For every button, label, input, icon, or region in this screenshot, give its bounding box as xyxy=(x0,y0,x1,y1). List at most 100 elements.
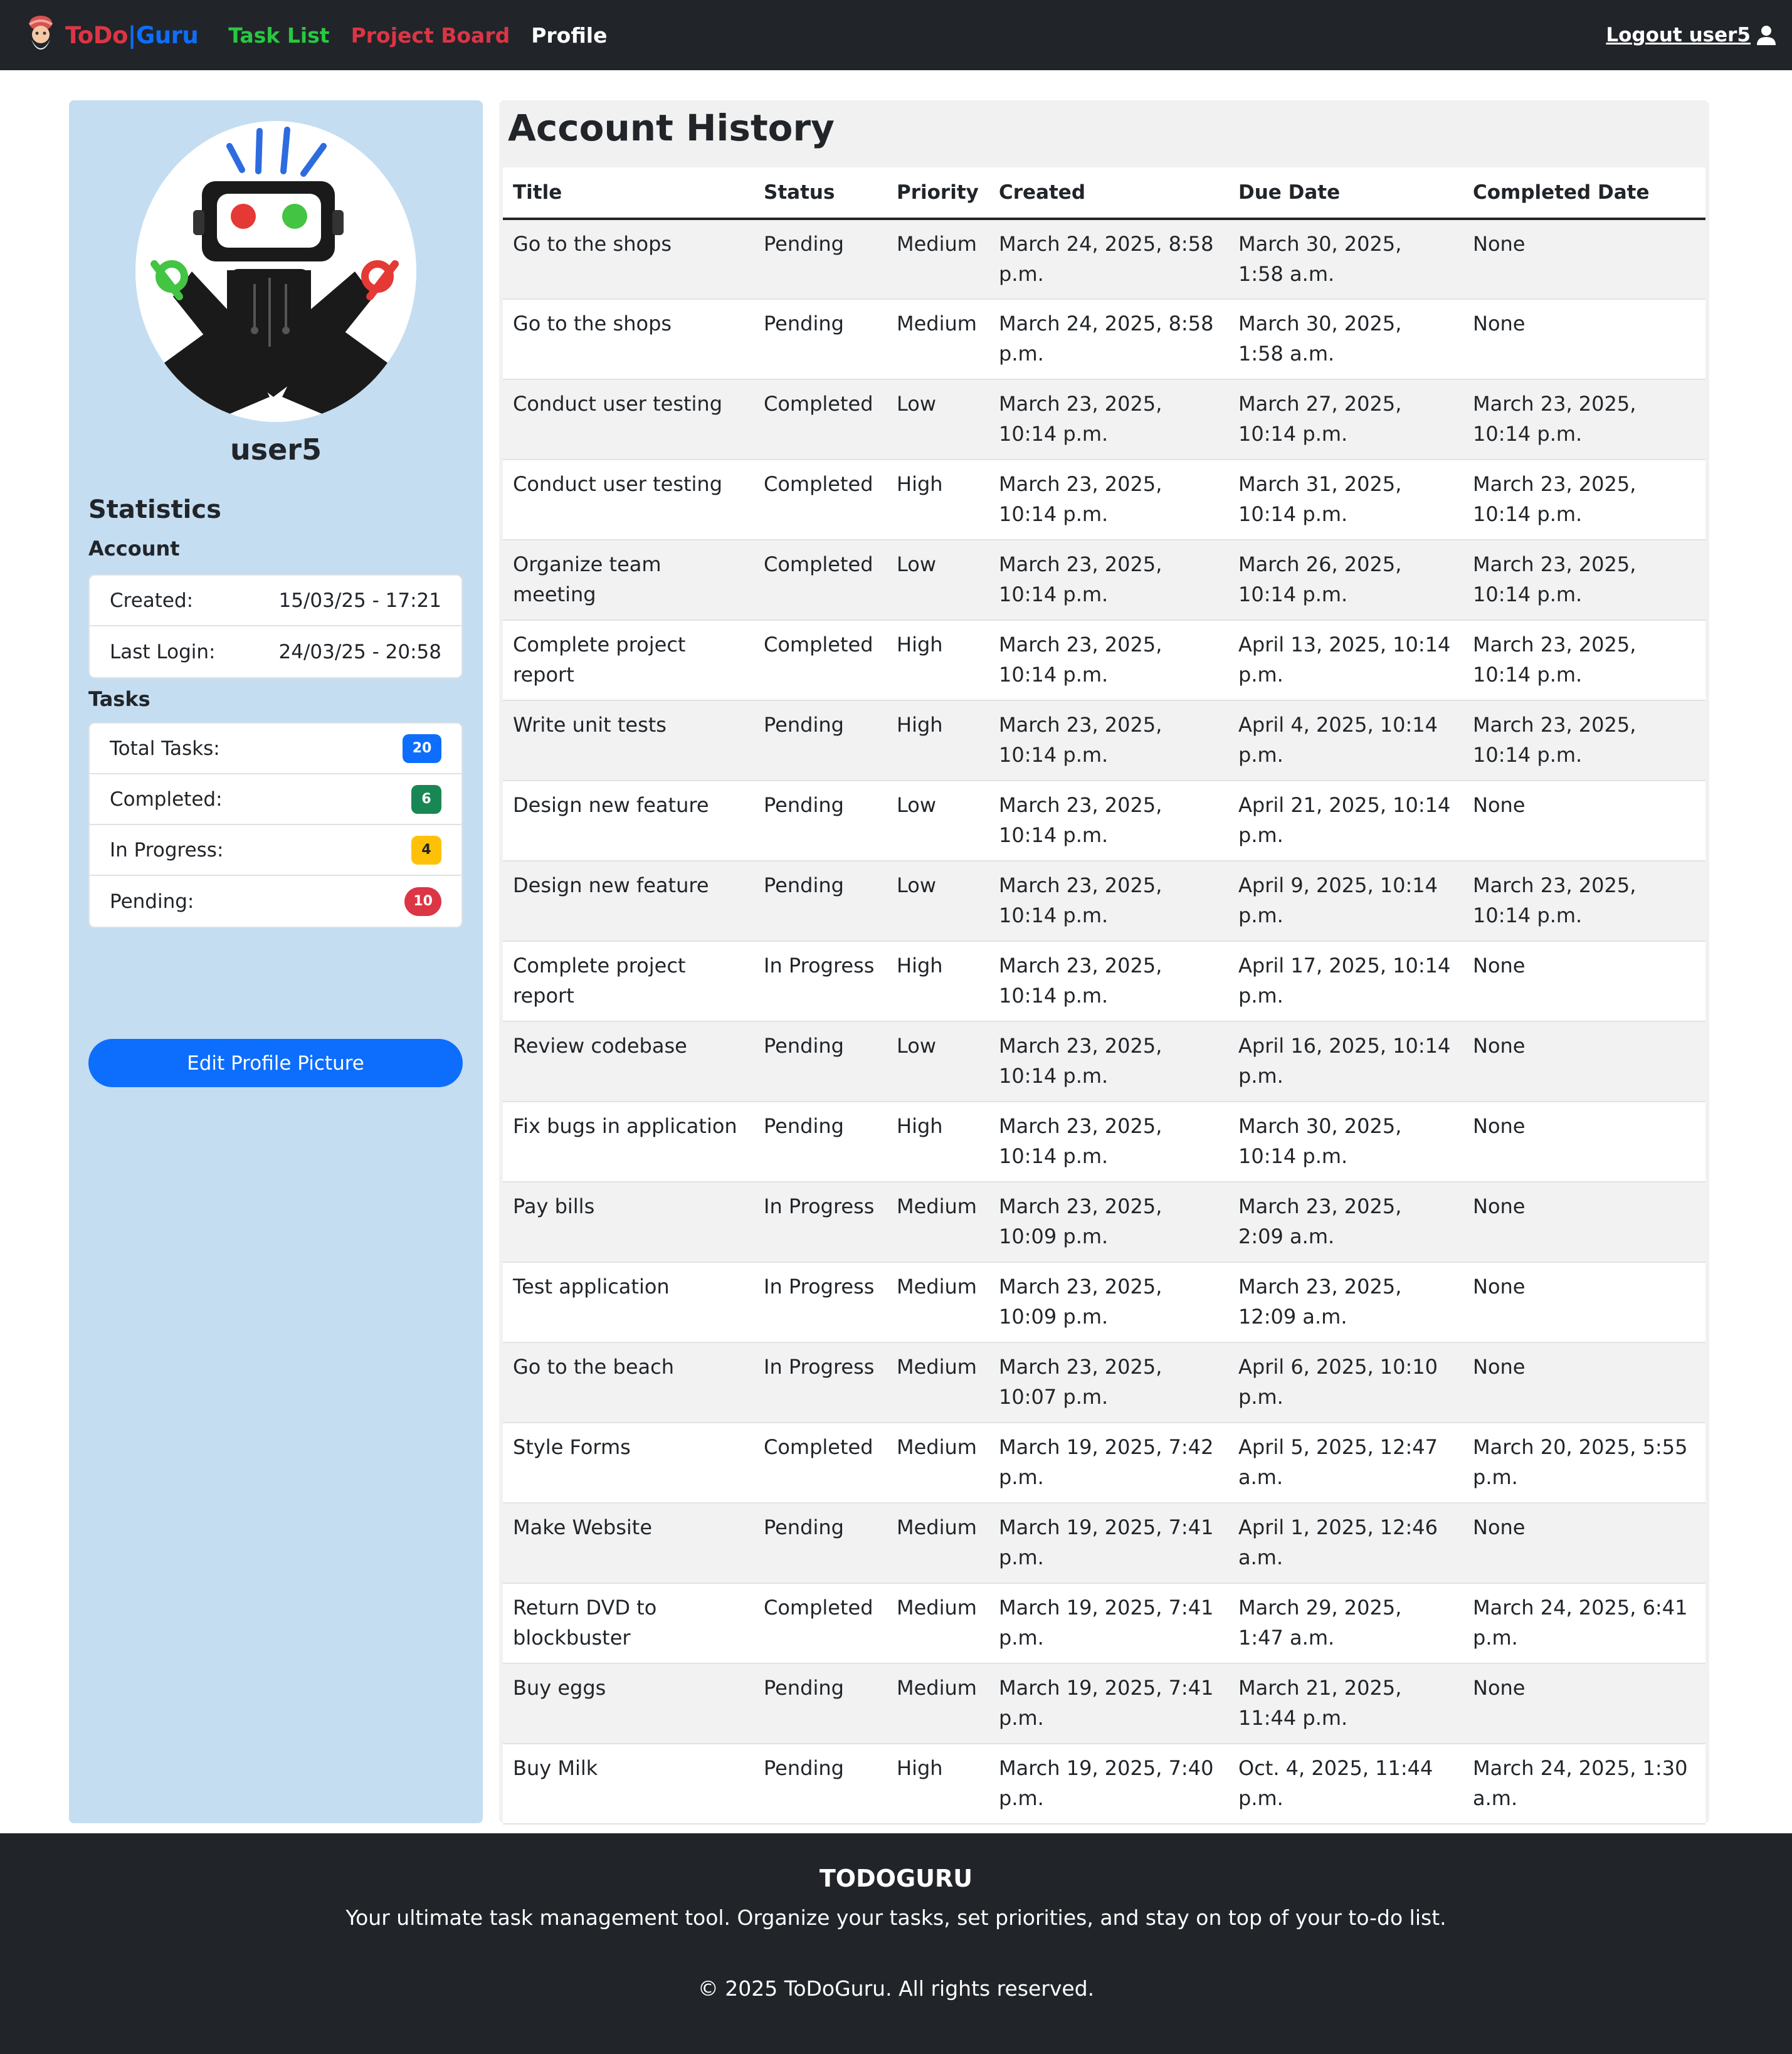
user-icon xyxy=(1757,26,1776,45)
table-row: Make Website Pending Medium March 19, 2025,… xyxy=(503,1503,1705,1584)
cell-due-date: March 23, 2025, 2:09 a.m. xyxy=(1228,1182,1463,1263)
footer-title: TODOGURU xyxy=(819,1865,973,1892)
cell-priority: High xyxy=(887,700,989,781)
profile-username: user5 xyxy=(229,433,322,466)
cell-title: Review codebase xyxy=(503,1021,754,1102)
cell-priority: Medium xyxy=(887,1423,989,1504)
cell-completed-date: March 24, 2025, 6:41 p.m. xyxy=(1463,1583,1705,1664)
column-header-created: Created xyxy=(989,167,1228,220)
pending-badge: 10 xyxy=(404,887,441,916)
cell-due-date: March 23, 2025, 12:09 a.m. xyxy=(1228,1262,1463,1343)
nav-task-list[interactable]: Task List xyxy=(228,23,329,48)
cell-created: March 23, 2025, 10:14 p.m. xyxy=(989,781,1228,861)
in-progress-label: In Progress: xyxy=(110,838,224,861)
cell-completed-date: None xyxy=(1463,781,1705,861)
account-stats-list: Created: 15/03/25 - 17:21 Last Login: 24… xyxy=(88,574,463,678)
cell-title: Conduct user testing xyxy=(503,460,754,540)
cell-priority: Medium xyxy=(887,219,989,300)
cell-due-date: March 27, 2025, 10:14 p.m. xyxy=(1228,379,1463,460)
cell-due-date: March 30, 2025, 1:58 a.m. xyxy=(1228,299,1463,380)
pending-row: Pending: 10 xyxy=(90,876,461,927)
account-history-card: Account History Title Status Priority Cr… xyxy=(499,100,1709,1825)
cell-created: March 23, 2025, 10:09 p.m. xyxy=(989,1182,1228,1263)
nav-profile[interactable]: Profile xyxy=(531,23,607,48)
logout-link[interactable]: Logout user5 xyxy=(1606,0,1777,70)
profile-sidebar: user5 Statistics Account Created: 15/03/… xyxy=(69,100,483,1823)
cell-completed-date: None xyxy=(1463,941,1705,1022)
nav-project-board[interactable]: Project Board xyxy=(351,23,510,48)
statistics-heading: Statistics xyxy=(88,495,221,524)
cell-created: March 23, 2025, 10:07 p.m. xyxy=(989,1342,1228,1423)
cell-title: Style Forms xyxy=(503,1423,754,1504)
cell-status: Completed xyxy=(754,1583,887,1664)
cell-created: March 23, 2025, 10:14 p.m. xyxy=(989,700,1228,781)
cell-completed-date: None xyxy=(1463,219,1705,300)
cell-completed-date: None xyxy=(1463,299,1705,380)
cell-priority: Medium xyxy=(887,1182,989,1263)
cell-due-date: April 1, 2025, 12:46 a.m. xyxy=(1228,1503,1463,1584)
logout-label[interactable]: Logout user5 xyxy=(1606,24,1751,46)
cell-status: Pending xyxy=(754,861,887,942)
account-history-title: Account History xyxy=(508,107,835,149)
cell-status: Pending xyxy=(754,299,887,380)
table-header-row: Title Status Priority Created Due Date C… xyxy=(503,167,1705,220)
cell-due-date: March 30, 2025, 1:58 a.m. xyxy=(1228,219,1463,300)
cell-title: Write unit tests xyxy=(503,700,754,781)
cell-completed-date: March 23, 2025, 10:14 p.m. xyxy=(1463,620,1705,701)
edit-profile-picture-button[interactable]: Edit Profile Picture xyxy=(88,1039,463,1087)
last-login-value: 24/03/25 - 20:58 xyxy=(278,640,441,663)
cell-priority: Medium xyxy=(887,299,989,380)
cell-due-date: March 31, 2025, 10:14 p.m. xyxy=(1228,460,1463,540)
cell-status: Pending xyxy=(754,781,887,861)
column-header-status: Status xyxy=(754,167,887,220)
cell-status: Completed xyxy=(754,460,887,540)
cell-completed-date: March 24, 2025, 1:30 a.m. xyxy=(1463,1744,1705,1825)
table-row: Complete project report Completed High Marc… xyxy=(503,620,1705,701)
tasks-heading: Tasks xyxy=(88,687,150,711)
cell-completed-date: March 23, 2025, 10:14 p.m. xyxy=(1463,540,1705,621)
cell-title: Design new feature xyxy=(503,781,754,861)
cell-created: March 24, 2025, 8:58 p.m. xyxy=(989,219,1228,300)
cell-created: March 19, 2025, 7:40 p.m. xyxy=(989,1744,1228,1825)
cell-due-date: March 29, 2025, 1:47 a.m. xyxy=(1228,1583,1463,1664)
cell-title: Organize team meeting xyxy=(503,540,754,621)
cell-status: Pending xyxy=(754,1503,887,1584)
avatar xyxy=(135,121,416,422)
cell-status: In Progress xyxy=(754,941,887,1022)
total-tasks-row: Total Tasks: 20 xyxy=(90,724,461,774)
cell-completed-date: March 23, 2025, 10:14 p.m. xyxy=(1463,700,1705,781)
brand-name: ToDo|Guru xyxy=(65,21,199,49)
cell-title: Return DVD to blockbuster xyxy=(503,1583,754,1664)
brand[interactable]: ToDo|Guru xyxy=(24,0,199,70)
cell-priority: Low xyxy=(887,379,989,460)
table-row: Go to the beach In Progress Medium March 23… xyxy=(503,1342,1705,1423)
cell-priority: Medium xyxy=(887,1262,989,1343)
table-row: Design new feature Pending Low March 23, 20… xyxy=(503,781,1705,861)
last-login-label: Last Login: xyxy=(110,640,216,663)
cell-title: Fix bugs in application xyxy=(503,1102,754,1182)
cell-completed-date: March 20, 2025, 5:55 p.m. xyxy=(1463,1423,1705,1504)
cell-created: March 23, 2025, 10:14 p.m. xyxy=(989,540,1228,621)
cell-due-date: April 17, 2025, 10:14 p.m. xyxy=(1228,941,1463,1022)
in-progress-row: In Progress: 4 xyxy=(90,825,461,876)
task-stats-list: Total Tasks: 20 Completed: 6 In Progress… xyxy=(88,722,463,928)
cell-priority: Medium xyxy=(887,1583,989,1664)
total-tasks-badge: 20 xyxy=(403,734,441,763)
cell-title: Go to the shops xyxy=(503,219,754,300)
table-row: Review codebase Pending Low March 23, 2025,… xyxy=(503,1021,1705,1102)
cell-due-date: April 5, 2025, 12:47 a.m. xyxy=(1228,1423,1463,1504)
cell-due-date: March 26, 2025, 10:14 p.m. xyxy=(1228,540,1463,621)
cell-priority: Low xyxy=(887,861,989,942)
account-heading: Account xyxy=(88,537,180,561)
table-row: Conduct user testing Completed Low March 23… xyxy=(503,379,1705,460)
cell-title: Make Website xyxy=(503,1503,754,1584)
cell-created: March 23, 2025, 10:14 p.m. xyxy=(989,861,1228,942)
cell-created: March 23, 2025, 10:14 p.m. xyxy=(989,460,1228,540)
cell-created: March 19, 2025, 7:41 p.m. xyxy=(989,1583,1228,1664)
cell-due-date: March 30, 2025, 10:14 p.m. xyxy=(1228,1102,1463,1182)
cell-completed-date: None xyxy=(1463,1503,1705,1584)
completed-badge: 6 xyxy=(411,784,441,814)
cell-due-date: March 21, 2025, 11:44 p.m. xyxy=(1228,1663,1463,1744)
table-row: Go to the shops Pending Medium March 24, 20… xyxy=(503,219,1705,300)
cell-due-date: April 13, 2025, 10:14 p.m. xyxy=(1228,620,1463,701)
